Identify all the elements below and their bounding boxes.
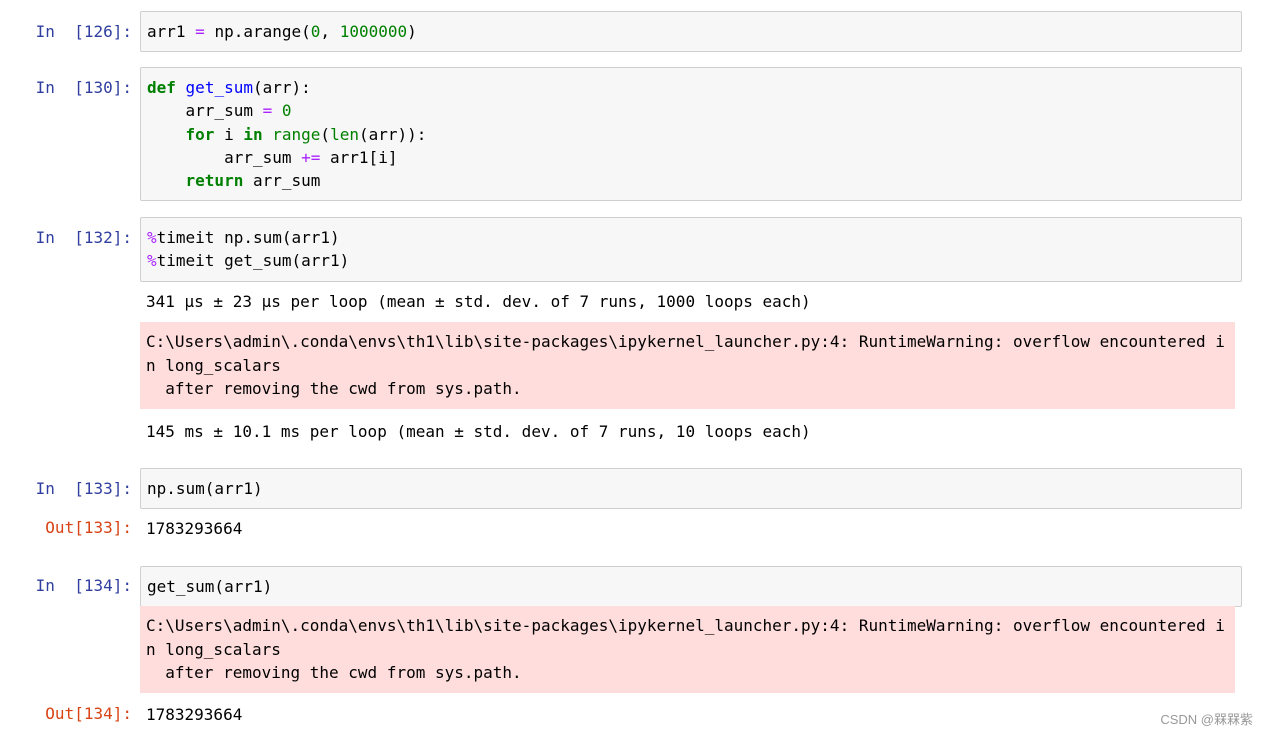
code-cell-input-133[interactable]: np.sum(arr1) <box>140 468 1242 510</box>
code-line: arr_sum = 0 <box>147 101 292 121</box>
code-cell-input-126[interactable]: arr1 = np.arange(0, 1000000) <box>140 11 1242 53</box>
code-cell-input-130[interactable]: def get_sum(arr): arr_sum = 0 for i in r… <box>140 67 1242 202</box>
stderr-line: C:\Users\admin\.conda\envs\th1\lib\site-… <box>146 332 1225 351</box>
code-cell-input-134[interactable]: get_sum(arr1) <box>140 566 1242 608</box>
code-line: return arr_sum <box>185 171 321 191</box>
code-line: for i in range(len(arr)): <box>185 124 427 144</box>
code-line: arr1 = np.arange(0, 1000000) <box>147 22 417 41</box>
cell-prompt-in-132: In [132]: <box>35 228 132 247</box>
code-line: arr_sum += arr1[i] <box>147 147 398 167</box>
cell-prompt-in-130: In [130]: <box>35 78 132 97</box>
code-line: %timeit get_sum(arr1) <box>147 251 350 271</box>
cell-prompt-in-126: In [126]: <box>35 22 132 41</box>
code-line: np.sum(arr1) <box>147 479 263 498</box>
stderr-warning-output-132: C:\Users\admin\.conda\envs\th1\lib\site-… <box>140 322 1235 409</box>
stderr-warning-output-134: C:\Users\admin\.conda\envs\th1\lib\site-… <box>140 606 1235 693</box>
stderr-line: n long_scalars <box>146 639 281 659</box>
code-cell-input-132[interactable]: %timeit np.sum(arr1) %timeit get_sum(arr1… <box>140 217 1242 282</box>
cell-prompt-in-133: In [133]: <box>35 479 132 498</box>
csdn-watermark: CSDN @槑槑紫 <box>1160 712 1253 727</box>
stderr-line: after removing the cwd from sys.path. <box>146 379 522 398</box>
code-line: def get_sum(arr): <box>147 78 311 97</box>
stdout-output-timing-1: 341 µs ± 23 µs per loop (mean ± std. dev… <box>146 292 811 311</box>
stderr-line: n long_scalars <box>146 355 281 375</box>
result-output-134: 1783293664 <box>146 705 243 724</box>
code-line: get_sum(arr1) <box>147 577 273 596</box>
cell-prompt-out-134: Out[134]: <box>45 704 132 723</box>
stderr-line: C:\Users\admin\.conda\envs\th1\lib\site-… <box>146 616 1225 635</box>
code-line: %timeit np.sum(arr1) <box>147 228 340 247</box>
result-output-133: 1783293664 <box>146 519 243 538</box>
cell-prompt-in-134: In [134]: <box>35 576 132 595</box>
cell-prompt-out-133: Out[133]: <box>45 518 132 537</box>
stdout-output-timing-2: 145 ms ± 10.1 ms per loop (mean ± std. d… <box>146 422 811 441</box>
stderr-line: after removing the cwd from sys.path. <box>146 663 522 682</box>
